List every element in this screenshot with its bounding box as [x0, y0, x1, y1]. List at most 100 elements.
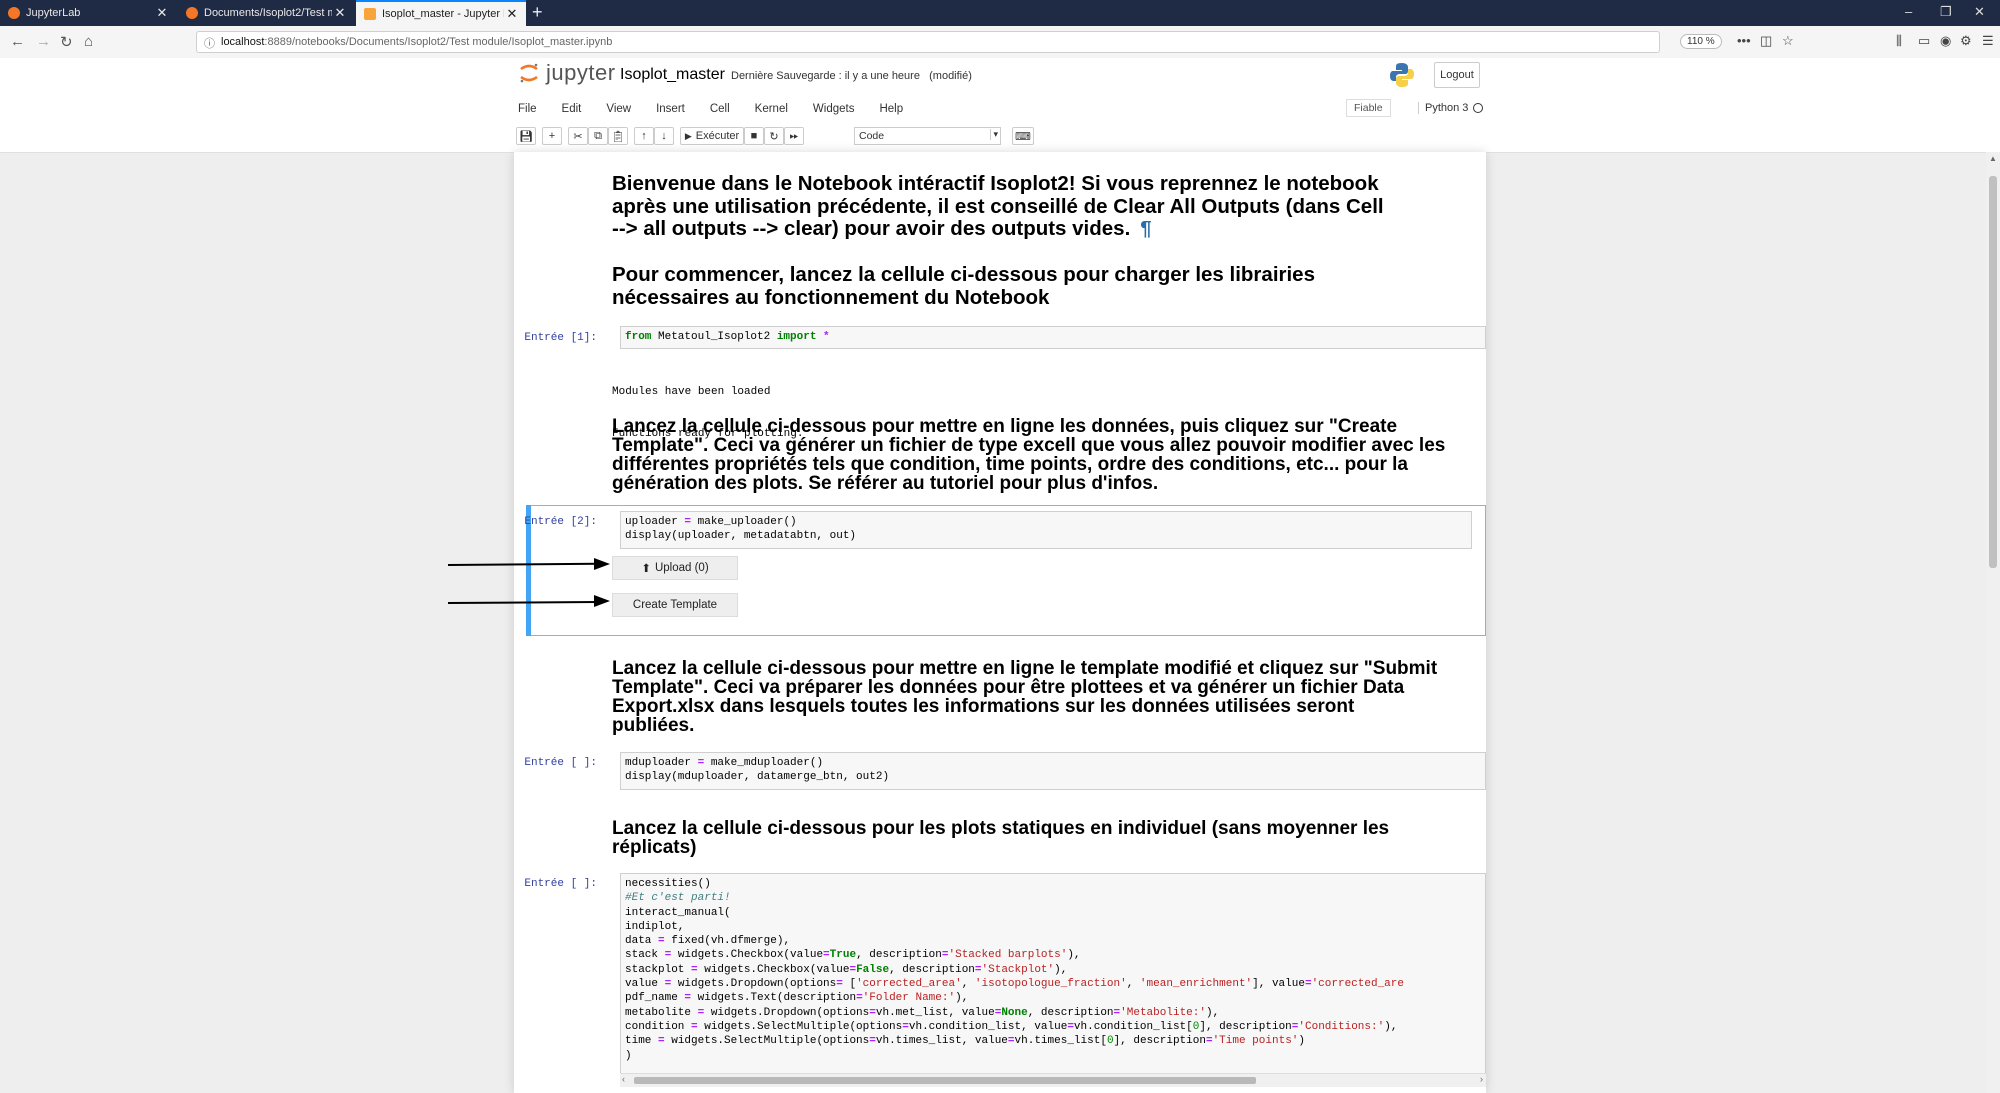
browser-tab-bar: JupyterLab ✕ Documents/Isoplot2/Test mod… [0, 0, 2000, 26]
scroll-left-icon[interactable]: ‹ [622, 1074, 625, 1084]
move-up-button[interactable]: ↑ [634, 127, 654, 145]
tab-jupyterlab[interactable]: JupyterLab ✕ [0, 0, 176, 26]
create-template-button[interactable]: Create Template [612, 593, 738, 617]
extensions-icon[interactable]: ⚙ [1960, 33, 1972, 49]
url-path: :8889/notebooks/Documents/Isoplot2/Test … [264, 36, 613, 48]
menu-edit[interactable]: Edit [562, 100, 582, 122]
markdown-cell-welcome[interactable]: Bienvenue dans le Notebook intéractif Is… [612, 172, 1384, 241]
upload-button[interactable]: ⬆ Upload (0) [612, 556, 738, 580]
heading-line: Export.xlsx dans lesquels toutes les inf… [612, 696, 1355, 717]
save-button[interactable]: 💾︎ [516, 127, 536, 145]
save-status-text: Dernière Sauvegarde : il y a une heure [731, 70, 920, 82]
code-cell-input[interactable]: necessities() #Et c'est parti! interact_… [620, 873, 1486, 1086]
insert-cell-button[interactable]: + [542, 127, 562, 145]
heading-line: publiées. [612, 715, 695, 736]
menu-widgets[interactable]: Widgets [813, 100, 855, 122]
bookmark-star-icon[interactable]: ☆ [1782, 33, 1794, 49]
heading-line: génération des plots. Se référer au tuto… [612, 473, 1159, 494]
close-tab-icon[interactable]: ✕ [332, 5, 348, 21]
forward-icon[interactable]: → [36, 33, 51, 50]
menu-cell[interactable]: Cell [710, 100, 730, 122]
input-prompt: Entrée [ ]: [524, 757, 597, 769]
python-logo-icon [1390, 63, 1414, 87]
restart-button[interactable]: ↻ [764, 127, 784, 145]
scroll-right-icon[interactable]: › [1480, 1074, 1483, 1084]
notebook-favicon-icon [364, 8, 376, 20]
info-icon[interactable]: ⓘ [204, 35, 215, 51]
run-button[interactable]: ▶ Exécuter [680, 127, 744, 145]
address-bar[interactable]: ⓘ localhost:8889/notebooks/Documents/Iso… [196, 31, 1660, 53]
code-cell-input[interactable]: uploader = make_uploader() display(uploa… [620, 511, 1472, 549]
heading-line: différentes propriétés tels que conditio… [612, 454, 1408, 475]
menu-icon[interactable]: ☰ [1982, 33, 1994, 49]
markdown-cell-submit[interactable]: Lancez la cellule ci-dessous pour mettre… [612, 659, 1437, 735]
logout-button[interactable]: Logout [1434, 62, 1480, 88]
chevron-down-icon: ▾ [990, 129, 998, 140]
code-cell-input[interactable]: from Metatoul_Isoplot2 import * [620, 326, 1486, 349]
markdown-cell-start[interactable]: Pour commencer, lancez la cellule ci-des… [612, 263, 1315, 309]
new-tab-button[interactable]: + [532, 2, 543, 23]
output-line: Modules have been loaded [612, 385, 771, 398]
heading-line: Pour commencer, lancez la cellule ci-des… [612, 263, 1315, 286]
run-label: Exécuter [695, 130, 740, 142]
cell-type-value: Code [859, 130, 885, 142]
kernel-name: Python 3 [1418, 102, 1468, 114]
interrupt-button[interactable]: ■ [744, 127, 764, 145]
jupyter-logo-text: jupyter [546, 60, 616, 85]
close-tab-icon[interactable]: ✕ [154, 5, 170, 21]
heading-line: Lancez la cellule ci-dessous pour mettre… [612, 416, 1398, 437]
page-actions-icon[interactable]: ••• [1737, 33, 1751, 48]
input-prompt: Entrée [2]: [524, 516, 597, 528]
menu-kernel[interactable]: Kernel [755, 100, 788, 122]
page-vertical-scrollbar[interactable]: ▲ [1986, 152, 2000, 1093]
jupyter-favicon-icon [186, 7, 198, 19]
markdown-cell-upload[interactable]: Lancez la cellule ci-dessous pour mettre… [612, 417, 1445, 493]
library-icon[interactable]: ⫼ [1896, 33, 1902, 49]
restore-icon[interactable]: ❐ [1940, 4, 1952, 20]
cut-button[interactable]: ✂ [568, 127, 588, 145]
upload-icon: ⬆ [641, 563, 651, 575]
cell-type-select[interactable]: Code ▾ [854, 127, 1001, 145]
heading-line: Lancez la cellule ci-dessous pour les pl… [612, 818, 1390, 839]
scrollbar-thumb[interactable] [1989, 176, 1997, 568]
heading-line: Bienvenue dans le Notebook intéractif Is… [612, 172, 1379, 195]
menu-help[interactable]: Help [879, 100, 903, 122]
menu-insert[interactable]: Insert [656, 100, 685, 122]
move-down-button[interactable]: ↓ [654, 127, 674, 145]
menu-file[interactable]: File [518, 100, 537, 122]
scroll-up-icon[interactable]: ▲ [1989, 154, 1997, 163]
tab-label: Documents/Isoplot2/Test modu [204, 7, 332, 19]
command-palette-button[interactable]: ⌨ [1012, 127, 1034, 145]
trusted-indicator[interactable]: Fiable [1346, 99, 1391, 117]
pocket-icon[interactable]: ◫ [1760, 33, 1772, 49]
paste-button[interactable]: 📋︎ [608, 127, 628, 145]
home-icon[interactable]: ⌂ [84, 33, 93, 50]
reload-icon[interactable]: ↻ [60, 33, 73, 51]
notebook-menubar: File Edit View Insert Cell Kernel Widget… [518, 100, 928, 122]
markdown-cell-plots[interactable]: Lancez la cellule ci-dessous pour les pl… [612, 819, 1389, 857]
close-window-icon[interactable]: ✕ [1974, 4, 1985, 20]
tab-isoplot-master[interactable]: Isoplot_master - Jupyter Notebo ✕ [356, 0, 526, 26]
sync-icon[interactable]: ◉ [1940, 33, 1951, 49]
copy-button[interactable]: ⧉ [588, 127, 608, 145]
annotation-arrowhead [594, 558, 610, 570]
modified-flag: (modifié) [929, 70, 972, 82]
jupyter-favicon-icon [8, 7, 20, 19]
minimize-icon[interactable]: – [1905, 4, 1912, 19]
input-prompt: Entrée [1]: [524, 332, 597, 344]
menu-view[interactable]: View [606, 100, 631, 122]
scrollbar-thumb[interactable] [634, 1077, 1256, 1084]
heading-text: --> all outputs --> clear) pour avoir de… [612, 217, 1131, 240]
tab-documents[interactable]: Documents/Isoplot2/Test modu ✕ [178, 0, 354, 26]
jupyter-logo-icon [520, 63, 538, 83]
anchor-link[interactable]: ¶ [1140, 217, 1151, 240]
jupyter-logo[interactable]: jupyter [518, 60, 616, 86]
restart-run-all-button[interactable]: ⏩︎ [784, 127, 804, 145]
notebook-name[interactable]: Isoplot_master [620, 66, 725, 84]
zoom-indicator[interactable]: 110 % [1680, 34, 1722, 49]
back-icon[interactable]: ← [10, 33, 25, 50]
sidebar-icon[interactable]: ▭ [1918, 33, 1930, 49]
close-tab-icon[interactable]: ✕ [504, 6, 520, 22]
code-cell-input[interactable]: mduploader = make_mduploader() display(m… [620, 752, 1486, 790]
horizontal-scrollbar[interactable]: ‹ › [620, 1073, 1486, 1087]
